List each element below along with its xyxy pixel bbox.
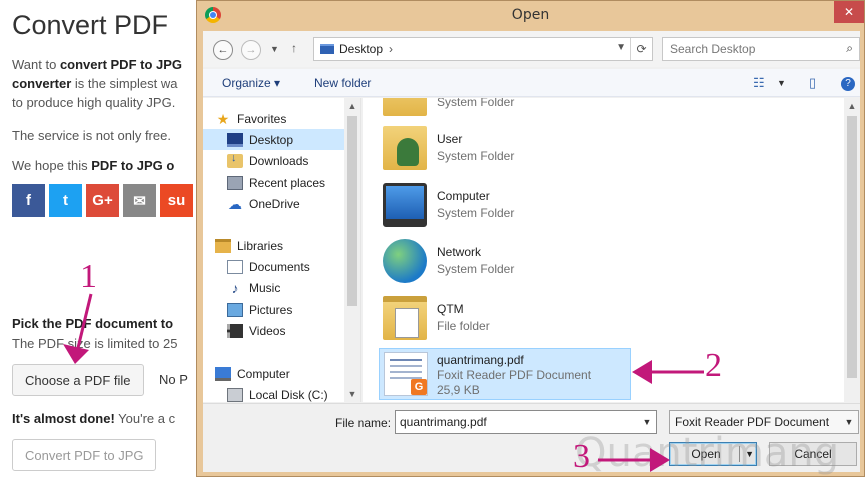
nav-favorites[interactable]: ★ Favorites	[215, 108, 356, 129]
forward-icon[interactable]: →	[241, 40, 261, 60]
close-button[interactable]: ✕	[834, 1, 864, 23]
onedrive-icon: ☁	[228, 195, 242, 212]
selected-file-item[interactable]: G quantrimang.pdf Foxit Reader PDF Docum…	[379, 348, 631, 400]
social-share-bar: f t G+ ✉ su	[12, 184, 193, 217]
annotation-arrow-3	[598, 448, 670, 472]
scroll-up-icon[interactable]: ▲	[844, 98, 860, 114]
page-title: Convert PDF	[12, 10, 169, 40]
star-icon: ★	[216, 110, 230, 127]
navigation-pane: ★Favorites Desktop Downloads Recent plac…	[203, 98, 361, 402]
desktop-folder-icon	[320, 44, 334, 54]
intro-text: Want to convert PDF to JPG converter is …	[12, 57, 183, 110]
dialog-client: ← → ▼ ↑ Desktop › ▼ ⟳ Search Desktop ⌕ O…	[203, 31, 860, 472]
chevron-down-icon[interactable]: ▼	[840, 411, 858, 433]
dialog-titlebar[interactable]: Open ✕	[197, 1, 864, 31]
videos-icon	[227, 323, 243, 338]
nav-onedrive[interactable]: ☁ OneDrive	[203, 193, 344, 214]
computer-icon	[215, 366, 231, 381]
nav-videos[interactable]: Videos	[203, 320, 344, 341]
organize-menu[interactable]: Organize ▾	[222, 76, 280, 90]
preview-pane-icon[interactable]: ▯	[809, 75, 816, 91]
email-icon[interactable]: ✉	[123, 184, 156, 217]
scroll-up-icon[interactable]: ▲	[344, 98, 360, 114]
nav-desktop[interactable]: Desktop	[203, 129, 344, 150]
recent-places-icon	[227, 175, 243, 190]
file-name-label: File name:	[335, 416, 392, 430]
almost-done-text: It's almost done! You're a c	[12, 411, 176, 426]
nav-computer[interactable]: Computer	[215, 363, 356, 384]
nav-pictures[interactable]: Pictures	[203, 299, 344, 320]
dialog-title: Open	[511, 7, 550, 23]
facebook-icon[interactable]: f	[12, 184, 45, 217]
webpage: Convert PDF Want to convert PDF to JPG c…	[0, 0, 200, 477]
annotation-arrow-2	[632, 360, 704, 384]
nav-downloads[interactable]: Downloads	[203, 150, 344, 171]
convert-pdf-to-jpg-button[interactable]: Convert PDF to JPG	[12, 439, 157, 471]
new-folder-button[interactable]: New folder	[314, 76, 371, 90]
file-list: System Folder User System Folder Compute…	[363, 98, 844, 402]
annotation-step-3: 3	[573, 438, 590, 475]
desktop-icon	[227, 132, 243, 147]
chevron-down-icon[interactable]: ▼	[616, 42, 626, 53]
computer-icon	[383, 183, 427, 227]
address-bar[interactable]: Desktop › ▼ ⟳	[313, 37, 653, 61]
list-item[interactable]: Network System Folder	[383, 239, 783, 291]
back-icon[interactable]: ←	[213, 40, 233, 60]
network-icon	[383, 239, 427, 283]
pictures-icon	[227, 302, 243, 317]
search-icon[interactable]: ⌕	[846, 41, 853, 56]
nav-music[interactable]: ♪ Music	[203, 277, 344, 298]
no-file-chosen-text: No P	[159, 372, 188, 387]
twitter-icon[interactable]: t	[49, 184, 82, 217]
nav-pane-scrollbar[interactable]: ▲ ▼	[344, 98, 360, 402]
disk-icon	[227, 387, 243, 402]
view-dropdown-icon[interactable]: ▼	[777, 78, 786, 88]
stumbleupon-icon[interactable]: su	[160, 184, 193, 217]
folder-icon	[383, 296, 427, 340]
foxit-icon: G	[411, 379, 427, 395]
file-scroll-thumb[interactable]	[847, 116, 857, 378]
downloads-icon	[227, 152, 243, 168]
nav-libraries[interactable]: Libraries	[215, 235, 356, 256]
chevron-right-icon[interactable]: ›	[389, 42, 393, 56]
command-toolbar: Organize ▾ New folder ☷ ▼ ▯ ?	[203, 69, 860, 97]
user-folder-icon	[383, 126, 427, 170]
annotation-arrow-1	[63, 293, 93, 364]
list-item[interactable]: User System Folder	[383, 126, 783, 178]
hope-text: We hope this PDF to JPG o	[12, 158, 175, 173]
service-text: The service is not only free.	[12, 128, 171, 143]
navigation-bar: ← → ▼ ↑ Desktop › ▼ ⟳ Search Desktop ⌕	[203, 31, 860, 67]
nav-documents[interactable]: Documents	[203, 256, 344, 277]
file-list-scrollbar[interactable]: ▲	[844, 98, 860, 402]
pdf-file-icon: G	[384, 352, 428, 396]
list-item[interactable]: System Folder	[383, 98, 783, 124]
search-input[interactable]: Search Desktop ⌕	[662, 37, 860, 61]
nav-scroll-thumb[interactable]	[347, 116, 357, 306]
documents-icon	[227, 259, 243, 274]
system-folder-icon	[383, 98, 427, 116]
change-view-icon[interactable]: ☷	[753, 75, 765, 91]
open-file-dialog: Open ✕ ← → ▼ ↑ Desktop › ▼ ⟳ Search Desk…	[196, 0, 865, 477]
up-icon[interactable]: ↑	[291, 41, 297, 55]
nav-local-disk[interactable]: Local Disk (C:)	[203, 384, 344, 402]
recent-locations-icon[interactable]: ▼	[270, 44, 279, 54]
list-item[interactable]: QTM File folder	[383, 296, 783, 348]
help-icon[interactable]: ?	[841, 77, 855, 91]
list-item[interactable]: Computer System Folder	[383, 183, 783, 235]
google-plus-icon[interactable]: G+	[86, 184, 119, 217]
refresh-icon[interactable]: ⟳	[630, 38, 652, 60]
libraries-icon	[215, 238, 231, 253]
address-path: Desktop	[339, 42, 384, 56]
nav-recent-places[interactable]: Recent places	[203, 172, 344, 193]
scroll-down-icon[interactable]: ▼	[344, 386, 360, 402]
music-icon: ♪	[231, 279, 239, 296]
